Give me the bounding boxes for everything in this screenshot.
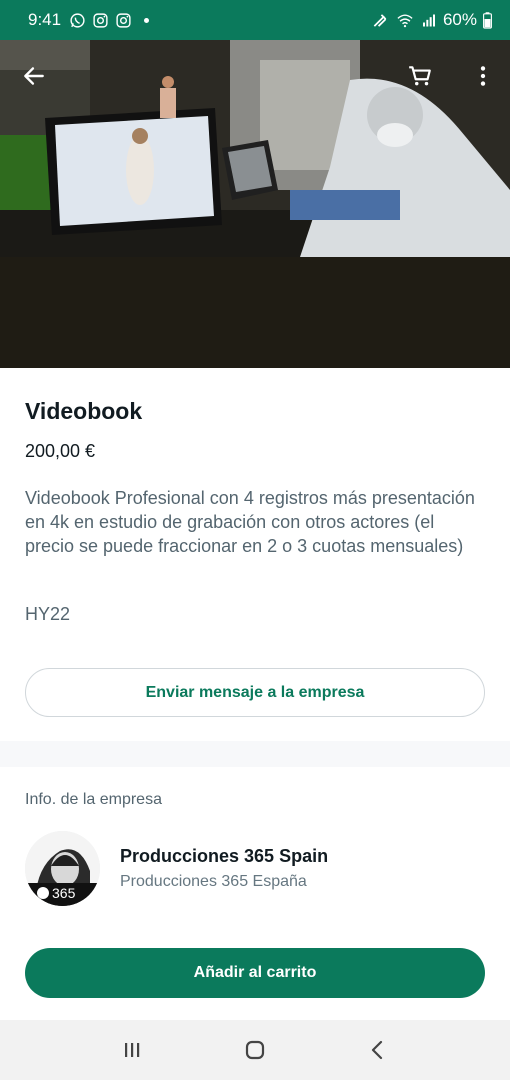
status-time: 9:41	[28, 10, 62, 29]
recents-button[interactable]	[112, 1030, 152, 1070]
section-divider	[0, 741, 510, 767]
company-name: Producciones 365 Spain	[120, 845, 329, 866]
nav-back-button[interactable]	[358, 1030, 398, 1070]
product-title: Videobook	[25, 398, 143, 424]
avatar: 365	[25, 830, 100, 906]
cart-icon	[409, 66, 431, 86]
product-price: 200,00 €	[25, 441, 96, 461]
product-image	[0, 40, 510, 368]
status-notification-icons	[69, 12, 150, 29]
image-letterbox	[0, 257, 510, 368]
company-text: Producciones 365 Spain Producciones 365 …	[120, 846, 328, 891]
instagram-icon	[116, 12, 131, 28]
home-button[interactable]	[235, 1030, 275, 1070]
instagram-icon	[93, 12, 108, 28]
system-nav-bar	[0, 1020, 510, 1080]
recents-icon	[124, 1043, 139, 1057]
signal-icon	[373, 13, 387, 27]
status-bar: 9:41 60%	[0, 0, 510, 40]
more-vert-icon	[480, 66, 486, 86]
company-logo: 365	[25, 830, 100, 906]
arrow-back-icon	[24, 67, 44, 85]
status-system-icons: 60%	[371, 10, 492, 30]
nav-back-icon	[372, 1040, 383, 1060]
add-to-cart-button[interactable]: Añadir al carrito	[25, 948, 485, 998]
company-info-row[interactable]: 365 Producciones 365 Spain Producciones …	[25, 830, 485, 906]
more-options-button[interactable]	[465, 58, 501, 94]
back-button[interactable]	[16, 58, 52, 94]
avatar-badge-text: 365	[52, 885, 76, 901]
battery-icon	[483, 11, 492, 29]
home-icon	[245, 1040, 265, 1060]
cell-signal-icon	[422, 14, 435, 26]
company-subtitle: Producciones 365 España	[120, 872, 307, 890]
whatsapp-icon	[70, 12, 85, 28]
company-section-label: Info. de la empresa	[25, 791, 162, 808]
product-code: HY22	[25, 604, 71, 624]
battery-percent: 60%	[442, 10, 477, 29]
notification-dot	[144, 17, 150, 23]
cart-button[interactable]	[402, 58, 438, 94]
wifi-icon	[397, 13, 413, 27]
message-business-button[interactable]: Enviar mensaje a la empresa	[25, 668, 485, 717]
product-description: Videobook Profesional con 4 registros má…	[25, 488, 475, 556]
